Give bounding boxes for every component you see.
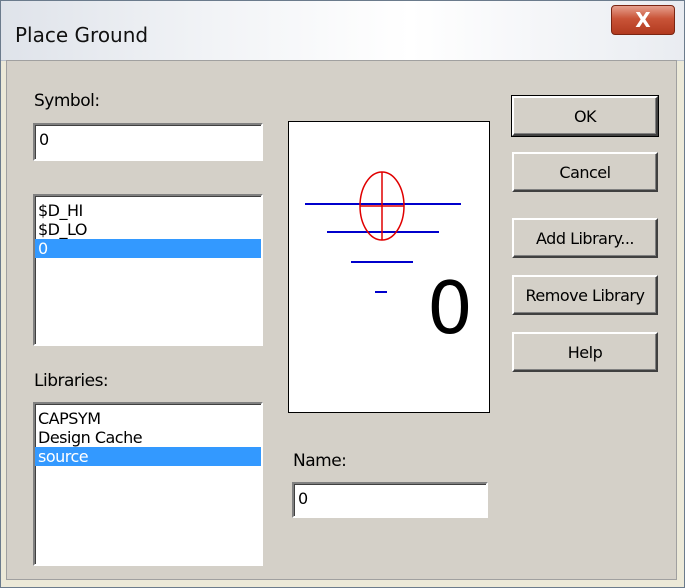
list-item-selected[interactable]: 0 xyxy=(35,239,261,258)
symbol-list[interactable]: $D_HI $D_LO 0 xyxy=(33,194,263,346)
add-library-button[interactable]: Add Library... xyxy=(512,218,658,258)
symbol-input[interactable]: 0 xyxy=(33,123,263,161)
window-title: Place Ground xyxy=(15,23,149,47)
close-button[interactable]: X xyxy=(611,5,675,35)
list-item[interactable]: $D_LO xyxy=(35,220,261,239)
cancel-button[interactable]: Cancel xyxy=(512,152,658,192)
title-bar[interactable]: Place Ground X xyxy=(1,1,684,61)
symbol-label: Symbol: xyxy=(34,91,100,111)
name-input[interactable]: 0 xyxy=(292,482,488,518)
preview-symbol-name: 0 xyxy=(427,266,473,350)
ok-button[interactable]: OK xyxy=(511,95,659,137)
list-item-selected[interactable]: source xyxy=(35,447,261,466)
name-input-value: 0 xyxy=(298,489,309,508)
libraries-label: Libraries: xyxy=(34,371,109,391)
libraries-list[interactable]: CAPSYM Design Cache source xyxy=(33,402,263,566)
list-item[interactable]: Design Cache xyxy=(35,428,261,447)
remove-library-button[interactable]: Remove Library xyxy=(512,275,658,315)
close-icon: X xyxy=(635,8,651,32)
list-item[interactable]: CAPSYM xyxy=(35,409,261,428)
help-button[interactable]: Help xyxy=(512,332,658,372)
symbol-input-value: 0 xyxy=(39,130,50,149)
list-item[interactable]: $D_HI xyxy=(35,201,261,220)
name-label: Name: xyxy=(293,451,347,471)
symbol-preview: 0 xyxy=(288,121,490,413)
